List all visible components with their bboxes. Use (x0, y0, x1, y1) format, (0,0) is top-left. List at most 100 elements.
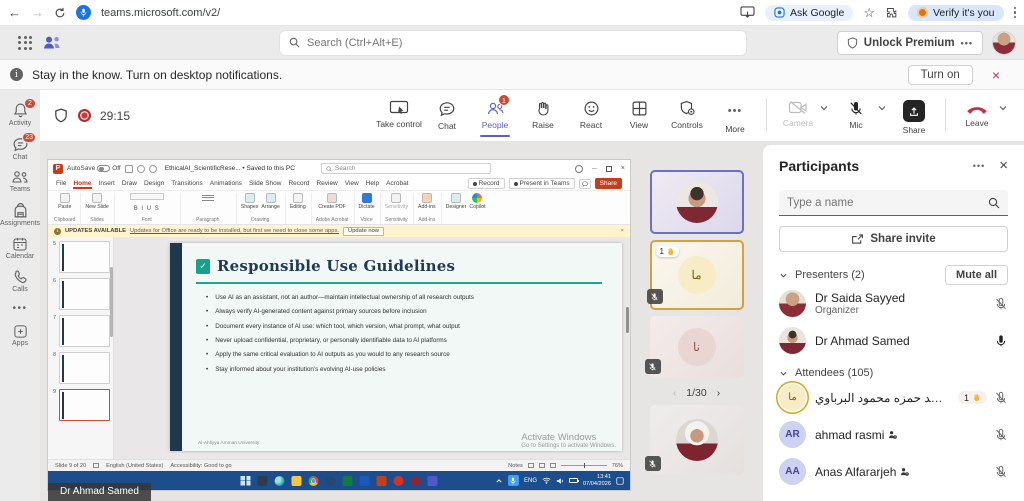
mic-muted-icon[interactable] (994, 428, 1008, 442)
sidebar-item-calls[interactable]: Calls (1, 266, 39, 296)
title-divider (196, 282, 602, 284)
page-prev-icon[interactable]: ‹ (673, 387, 677, 399)
sidebar-item-chat[interactable]: 23 Chat (1, 133, 39, 164)
sidebar-item-activity[interactable]: 2 Activity (1, 99, 39, 130)
ppt-menu-transitions: Transitions (171, 180, 203, 187)
banner-close-icon[interactable]: × (992, 67, 1000, 83)
mic-muted-icon[interactable] (994, 465, 1008, 479)
sensitivity-button: Sensitivity (385, 193, 408, 210)
teams-search-bar[interactable] (280, 31, 746, 55)
file-explorer-icon (292, 476, 302, 486)
ppt-menu-draw: Draw (122, 180, 137, 187)
mic-muted-icon[interactable] (994, 297, 1008, 311)
take-control-button[interactable]: Take control (376, 96, 422, 129)
document-title: EthicalAI_ScientificRese... • Saved to t… (165, 165, 295, 172)
battery-icon (569, 478, 578, 483)
ppt-ribbon: Paste Clipboard New Slide Slides B I U S… (48, 191, 630, 225)
ppt-menu-review: Review (316, 180, 337, 187)
extensions-icon[interactable] (885, 6, 898, 19)
video-tile-raised-hand[interactable]: 1 ما (650, 240, 744, 310)
share-invite-button[interactable]: Share invite (779, 226, 1008, 252)
participant-row[interactable]: Dr Saida Sayyed Organizer (763, 285, 1024, 322)
taskbar-clock: 13:41 07/04/2026 (583, 474, 611, 487)
browser-reload-icon[interactable] (54, 7, 66, 19)
unlock-premium-button[interactable]: Unlock Premium ••• (837, 31, 983, 55)
mute-all-button[interactable]: Mute all (945, 265, 1008, 285)
attendees-section-header[interactable]: Attendees (105) (763, 367, 1024, 379)
ask-google-button[interactable]: Ask Google (765, 5, 853, 21)
turn-on-button[interactable]: Turn on (908, 65, 973, 85)
ribbon-group-clipboard: Paste Clipboard (54, 193, 81, 224)
chat-button[interactable]: Chat (424, 96, 470, 131)
panel-more-icon[interactable]: ••• (973, 161, 985, 171)
video-tile[interactable] (650, 405, 744, 475)
raise-hand-button[interactable]: Raise (520, 96, 566, 130)
participant-row[interactable]: ما محمد حمزه محمود البرباوي 1 (763, 379, 1024, 416)
ppt-close-icon: × (621, 165, 625, 172)
app-launcher-icon[interactable] (18, 36, 32, 50)
copilot-button: Copilot (469, 193, 485, 210)
video-tile-speaking[interactable] (650, 170, 744, 234)
address-bar-url[interactable]: teams.microsoft.com/v2/ (101, 7, 220, 19)
mic-button[interactable]: Mic (833, 96, 879, 130)
participant-row[interactable]: Dr Ahmad Samed (763, 322, 1024, 359)
page-next-icon[interactable]: › (717, 387, 721, 399)
rail-more-icon[interactable]: ••• (12, 299, 27, 318)
participant-row[interactable]: AR ahmad rasmi ? (763, 416, 1024, 453)
people-button[interactable]: 1 People (472, 96, 518, 130)
bullet-item: Document every instance of AI use: which… (206, 323, 604, 331)
teams-logo-icon (42, 35, 62, 50)
address-bar-mic-icon[interactable] (76, 5, 91, 20)
bookmark-star-icon[interactable]: ☆ (863, 5, 875, 21)
notification-banner: i Stay in the know. Turn on desktop noti… (0, 60, 1024, 90)
video-tile[interactable]: نا (650, 316, 744, 378)
verify-its-you-button[interactable]: Verify it's you (908, 5, 1004, 21)
controls-button[interactable]: Controls (664, 96, 710, 130)
sidebar-item-teams[interactable]: Teams (1, 167, 39, 196)
bullet-item: Use AI as an assistant, not an author—ma… (206, 294, 604, 302)
svg-text:?: ? (907, 472, 909, 476)
account-avatar[interactable] (992, 31, 1016, 55)
participant-row[interactable]: AA Anas Alfararjeh ? (763, 453, 1024, 490)
mic-on-icon[interactable] (994, 334, 1008, 348)
info-icon: i (10, 68, 23, 81)
participant-search-input[interactable] (787, 197, 988, 209)
panel-close-icon[interactable]: × (999, 157, 1008, 174)
camera-button[interactable]: Camera (775, 96, 821, 128)
meeting-timer: 29:15 (100, 109, 130, 123)
notification-center-icon (616, 477, 624, 485)
ppt-menu-insert: Insert (99, 180, 115, 187)
participant-search[interactable] (779, 190, 1008, 216)
taskbar-app-icon (411, 476, 421, 486)
mic-muted-icon (848, 100, 864, 117)
view-button[interactable]: View (616, 96, 662, 130)
slide-bullets: Use AI as an assistant, not an author—ma… (196, 294, 604, 374)
browser-back-icon[interactable]: ← (8, 5, 21, 20)
bullet-item: Stay informed about your institution's e… (206, 366, 604, 374)
leave-call-icon (965, 103, 989, 115)
browser-menu-icon[interactable] (1014, 7, 1017, 19)
react-button[interactable]: React (568, 96, 614, 130)
sidebar-item-calendar[interactable]: Calendar (1, 233, 39, 263)
addins-button: Add-ins (418, 193, 436, 210)
teams-people-icon (11, 170, 29, 185)
ribbon-group-drawing: Shapes Arrange Drawing (241, 193, 286, 224)
teams-search-input[interactable] (307, 37, 737, 49)
mic-muted-icon[interactable] (994, 391, 1008, 405)
ppt-menu-view: View (345, 180, 359, 187)
sidebar-item-assignments[interactable]: Assignments (1, 199, 39, 230)
browser-forward-icon[interactable]: → (31, 5, 44, 20)
avatar-initials: ما (779, 384, 806, 411)
send-to-device-icon[interactable] (740, 6, 755, 19)
share-button[interactable]: Share (891, 96, 937, 135)
participants-panel: Participants ••• × Share invite (763, 145, 1024, 501)
leave-button[interactable]: Leave (954, 96, 1000, 128)
svg-text:?: ? (895, 435, 897, 439)
sidebar-item-apps[interactable]: Apps (1, 321, 39, 350)
ribbon-group-slides: New Slide Slides (85, 193, 114, 224)
slide-thumbnail: 6 (50, 278, 110, 310)
language-status: English (United States) (106, 463, 163, 469)
presenters-section-header[interactable]: Presenters (2) Mute all (763, 265, 1024, 285)
more-button[interactable]: ••• More (712, 96, 758, 134)
search-icon (326, 166, 332, 172)
